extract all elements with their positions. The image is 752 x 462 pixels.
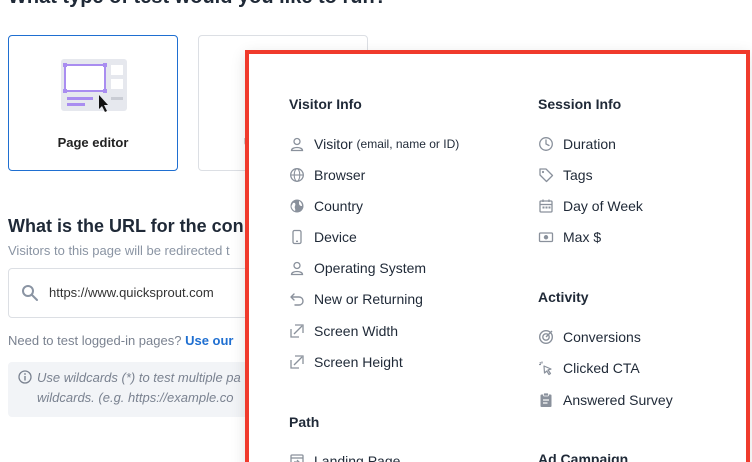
option-device[interactable]: Device	[289, 227, 357, 247]
calendar-icon	[538, 198, 554, 214]
option-operating-system[interactable]: Operating System	[289, 258, 426, 278]
option-operating-system-label: Operating System	[314, 260, 427, 276]
option-tags-label: Tags	[563, 167, 593, 183]
test-type-question: What type of test would you like to run?	[8, 0, 387, 9]
option-answered-survey-label: Answered Survey	[563, 392, 673, 408]
option-clicked-cta[interactable]: Clicked CTA	[538, 358, 640, 378]
target-icon	[538, 329, 554, 345]
person-icon	[289, 260, 305, 276]
earth-icon	[289, 198, 305, 214]
targeting-options-dropdown: Visitor Info Visitor (email, name or ID)…	[245, 50, 750, 462]
logged-in-note: Need to test logged-in pages? Use our	[8, 333, 234, 348]
search-icon	[21, 284, 39, 307]
mobile-device-icon	[289, 229, 305, 245]
globe-icon	[289, 167, 305, 183]
option-day-of-week-label: Day of Week	[563, 198, 643, 214]
ad-campaign-heading: Ad Campaign	[538, 451, 629, 462]
logged-in-note-text: Need to test logged-in pages?	[8, 333, 182, 348]
option-screen-width-label: Screen Width	[314, 323, 399, 339]
option-country[interactable]: Country	[289, 196, 363, 216]
money-icon	[538, 229, 554, 245]
session-info-heading: Session Info	[538, 96, 622, 112]
option-conversions-label: Conversions	[563, 329, 641, 345]
option-country-label: Country	[314, 198, 364, 214]
option-browser-label: Browser	[314, 167, 366, 183]
url-section-title: What is the URL for the con	[8, 216, 244, 236]
clock-icon	[538, 136, 554, 152]
option-screen-height-label: Screen Height	[314, 354, 403, 370]
option-tags[interactable]: Tags	[538, 165, 593, 185]
expand-icon	[289, 354, 305, 370]
wildcard-info-line-2: wildcards. (e.g. https://example.co	[37, 390, 234, 405]
return-arrow-icon	[289, 291, 305, 307]
wildcard-info-line-1: Use wildcards (*) to test multiple pa	[37, 370, 241, 385]
activity-heading: Activity	[538, 289, 589, 305]
option-day-of-week[interactable]: Day of Week	[538, 196, 643, 216]
page-editor-card[interactable]: Page editor	[8, 35, 178, 171]
page-editor-illustration-icon	[61, 59, 131, 122]
info-icon	[18, 370, 32, 389]
person-icon	[289, 136, 305, 152]
option-visitor-label: Visitor	[314, 136, 353, 152]
expand-icon	[289, 323, 305, 339]
test-setup-page: What type of test would you like to run?…	[0, 0, 752, 462]
landing-page-icon	[289, 453, 305, 462]
option-visitor[interactable]: Visitor (email, name or ID)	[289, 134, 459, 154]
option-max-dollar[interactable]: Max $	[538, 227, 601, 247]
clipboard-icon	[538, 392, 554, 408]
option-screen-width[interactable]: Screen Width	[289, 321, 398, 341]
option-screen-height[interactable]: Screen Height	[289, 352, 403, 372]
tag-icon	[538, 167, 554, 183]
visitor-info-heading: Visitor Info	[289, 96, 362, 112]
option-new-or-returning[interactable]: New or Returning	[289, 289, 423, 309]
option-conversions[interactable]: Conversions	[538, 327, 641, 347]
option-landing-page-label: Landing Page	[314, 453, 401, 462]
option-max-dollar-label: Max $	[563, 229, 602, 245]
option-device-label: Device	[314, 229, 357, 245]
option-browser[interactable]: Browser	[289, 165, 365, 185]
option-new-or-returning-label: New or Returning	[314, 291, 423, 307]
option-clicked-cta-label: Clicked CTA	[563, 360, 640, 376]
click-cursor-icon	[538, 360, 554, 376]
option-duration[interactable]: Duration	[538, 134, 616, 154]
url-input-value: https://www.quicksprout.com	[49, 285, 214, 300]
page-editor-label: Page editor	[57, 135, 129, 150]
url-section-subtitle: Visitors to this page will be redirected…	[8, 243, 230, 258]
option-duration-label: Duration	[563, 136, 616, 152]
option-answered-survey[interactable]: Answered Survey	[538, 390, 673, 410]
option-visitor-hint: (email, name or ID)	[356, 137, 460, 151]
use-our-link[interactable]: Use our	[185, 333, 233, 348]
path-heading: Path	[289, 414, 320, 430]
option-landing-page[interactable]: Landing Page	[289, 451, 400, 462]
